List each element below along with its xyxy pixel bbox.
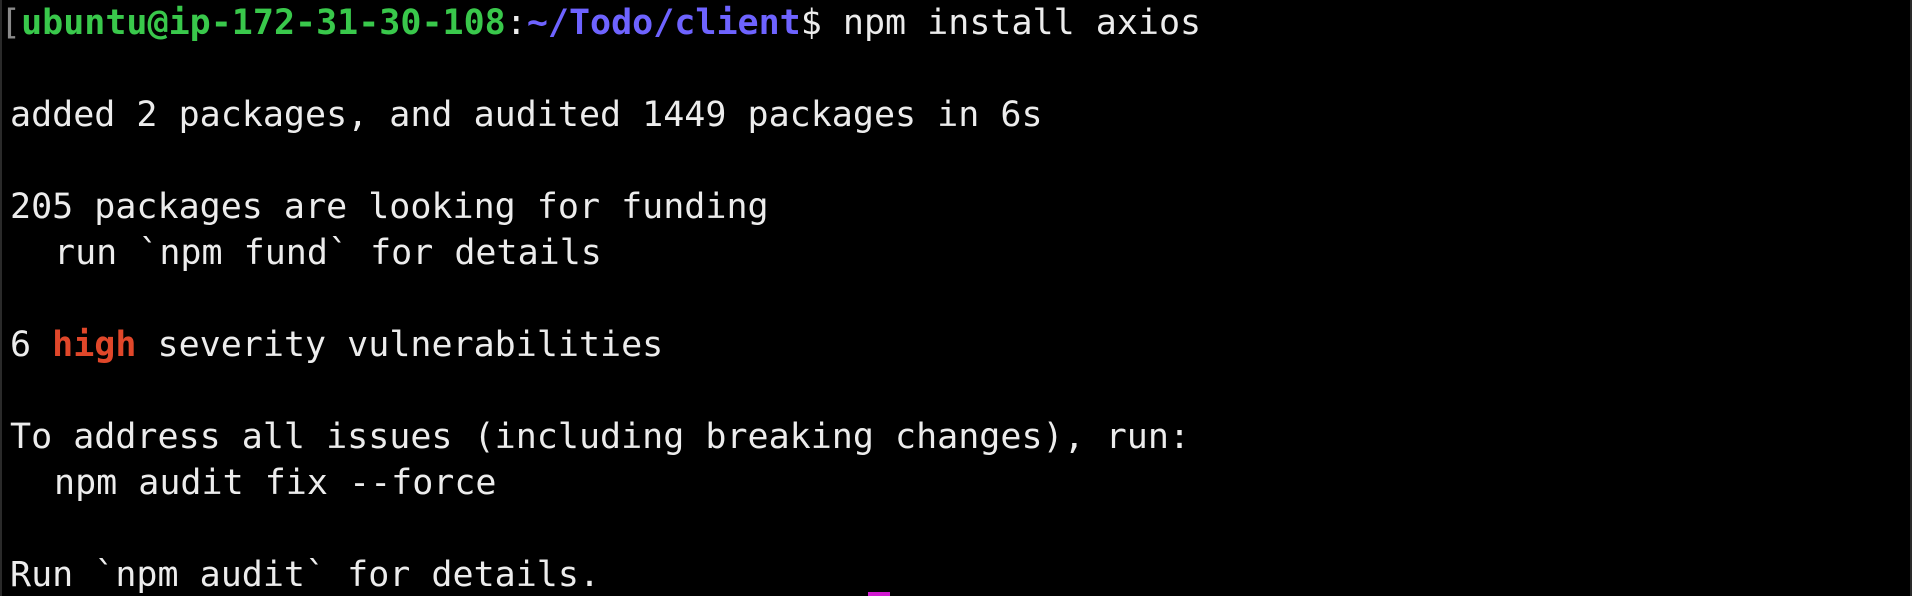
prompt-user-host: ubuntu@ip-172-31-30-108 bbox=[21, 3, 506, 43]
prompt-bracket: [ bbox=[0, 3, 22, 43]
output-vulnerability-line: 6 high severity vulnerabilities bbox=[10, 322, 1912, 368]
terminal-left-edge bbox=[0, 0, 2, 596]
vulnerability-severity: high bbox=[52, 325, 137, 365]
output-audit-hint-line: Run `npm audit` for details. bbox=[10, 555, 601, 595]
output-added-line: added 2 packages, and audited 1449 packa… bbox=[10, 95, 1043, 135]
output-funding-line: 205 packages are looking for funding bbox=[10, 187, 769, 227]
prompt-colon: : bbox=[505, 3, 527, 43]
command-prompt-line: [ubuntu@ip-172-31-30-108:~/Todo/client$ … bbox=[0, 0, 1912, 46]
command-text: npm install axios bbox=[821, 3, 1202, 43]
terminal-window[interactable]: [ubuntu@ip-172-31-30-108:~/Todo/client$ … bbox=[0, 0, 1912, 596]
prompt-dollar: $ bbox=[800, 3, 822, 43]
prompt-path: ~/Todo/client bbox=[526, 3, 801, 43]
output-fix-command-line: npm audit fix --force bbox=[54, 463, 497, 503]
terminal-cursor bbox=[868, 592, 890, 596]
vulnerability-suffix: severity vulnerabilities bbox=[136, 325, 664, 365]
output-fund-hint-line: run `npm fund` for details bbox=[54, 233, 602, 273]
output-address-line: To address all issues (including breakin… bbox=[10, 417, 1191, 457]
vulnerability-count: 6 bbox=[10, 325, 53, 365]
